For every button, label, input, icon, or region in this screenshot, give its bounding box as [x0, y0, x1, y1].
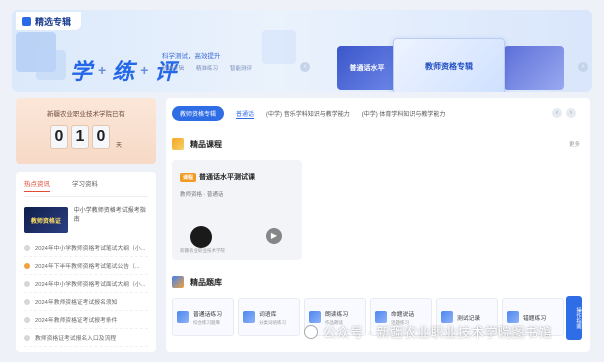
slogan-plus: +: [98, 62, 107, 78]
tab-hot-news[interactable]: 热点资讯: [24, 178, 50, 192]
list-item[interactable]: 2024年中小学教师资格考试笔试大纲（小...: [24, 239, 148, 257]
bullet-icon: [24, 334, 30, 341]
slogan-plus: +: [140, 62, 149, 78]
counter-label: 新疆农业职业技术学院已有: [47, 111, 125, 118]
news-panel: 热点资讯 学习资料 教师资格证 中小学教师资格考试报考指南 2024年中小学教师…: [16, 172, 156, 352]
course-name: 课程 普通话水平测试课: [180, 172, 255, 182]
slogan-tag: 精准练习: [196, 66, 219, 72]
decorative-cube: [36, 50, 66, 80]
category-tab[interactable]: 教师资格专辑: [172, 106, 225, 121]
courses-section-title: 精品课程: [172, 138, 222, 150]
list-item[interactable]: 2024年教师资格证考试报名须知: [24, 293, 148, 311]
banner-title: 精选专辑: [16, 12, 82, 30]
featured-news[interactable]: 教师资格证 中小学教师资格考试报考指南: [24, 207, 148, 233]
bank-item[interactable]: 普通话练习 综合练习题库: [172, 298, 234, 336]
news-title: 2024年教师资格证考试报名须知: [35, 300, 118, 306]
slogan-word: 学: [70, 59, 93, 84]
news-tabs: 热点资讯 学习资料: [24, 178, 148, 197]
wechat-icon: [304, 324, 318, 339]
watermark: 公众号 · 新疆农业职业技术学院图书馆: [304, 322, 552, 341]
days-counter: 新疆农业职业技术学院已有 0 1 0 天: [16, 98, 156, 164]
chevron-left-icon[interactable]: ‹: [552, 108, 562, 118]
slogan-tags: 精选专辑 精准练习 智能测评: [162, 64, 252, 72]
category-tab[interactable]: 普通话: [236, 109, 255, 119]
category-tabs: 教师资格专辑 普通话 (中学) 音乐学科知识与教学能力 (中学) 体育学科知识与…: [172, 106, 445, 121]
decorative-cube: [262, 30, 296, 64]
main-panel: 教师资格专辑 普通话 (中学) 音乐学科知识与教学能力 (中学) 体育学科知识与…: [166, 98, 590, 352]
guide-side-tab[interactable]: 操作指南: [566, 296, 582, 340]
tab-study-materials[interactable]: 学习资料: [72, 178, 98, 192]
list-item[interactable]: 教师资格证考试报名入口及流程: [24, 329, 148, 347]
bullet-icon: [24, 316, 30, 323]
news-title: 教师资格证考试报名入口及流程: [35, 336, 117, 342]
album-icon: [22, 16, 31, 26]
news-title: 2024年中小学教师资格考试面试大纲（小...: [35, 282, 146, 288]
bank-item-icon: [177, 311, 189, 323]
counter-digit: 0: [49, 125, 68, 149]
slogan-tag: 智能测评: [230, 66, 253, 72]
category-tab[interactable]: (中学) 体育学科知识与教学能力: [362, 109, 446, 118]
bank-item-icon: [243, 311, 255, 323]
news-title: 2024年下半年教师资格考试笔试公告（...: [35, 264, 140, 270]
album-card[interactable]: [504, 46, 564, 90]
news-title: 2024年教师资格证考试报考条件: [35, 318, 118, 324]
news-list: 2024年中小学教师资格考试笔试大纲（小... 2024年下半年教师资格考试笔试…: [24, 239, 148, 347]
counter-unit: 天: [115, 143, 122, 149]
slogan: 学 + 练 + 评: [70, 54, 176, 86]
list-item[interactable]: 2024年教师资格证考试报考条件: [24, 311, 148, 329]
course-card[interactable]: 课程 普通话水平测试课 教师资格 · 普通话 新疆农业职业技术学院 ▶: [172, 160, 302, 260]
bank-section-title: 精品题库: [172, 276, 222, 288]
counter-digits: 0 1 0 天: [22, 125, 150, 149]
news-title: 2024年中小学教师资格考试笔试大纲（小...: [35, 246, 146, 252]
hot-bullet-icon: [24, 262, 30, 269]
course-meta: 教师资格 · 普通话: [180, 192, 224, 198]
counter-digit: 0: [91, 125, 110, 149]
bullet-icon: [24, 298, 30, 305]
slogan-tag: 精选专辑: [162, 66, 185, 72]
album-card-featured[interactable]: 教师资格专辑: [393, 38, 505, 92]
slogan-word: 练: [112, 59, 135, 84]
play-icon[interactable]: ▶: [266, 228, 282, 244]
featured-thumbnail: 教师资格证: [24, 207, 68, 233]
bullet-icon: [24, 280, 30, 287]
list-item[interactable]: 2024年中小学教师资格考试面试大纲（小...: [24, 275, 148, 293]
counter-digit: 1: [70, 125, 89, 149]
featured-text: 中小学教师资格考试报考指南: [73, 208, 146, 223]
bullet-icon: [24, 244, 30, 251]
chevron-right-icon[interactable]: ›: [578, 62, 588, 72]
course-org: 新疆农业职业技术学院: [180, 248, 225, 253]
category-tab[interactable]: (中学) 音乐学科知识与教学能力: [266, 109, 350, 118]
left-panel: 新疆农业职业技术学院已有 0 1 0 天 热点资讯 学习资料 教师资格证 中小学…: [16, 98, 156, 352]
more-link[interactable]: 更多: [569, 140, 580, 148]
chevron-right-icon[interactable]: ›: [566, 108, 576, 118]
slogan-subtitle: 科学测试，高效提升: [162, 53, 221, 60]
album-card[interactable]: 普通话水平: [337, 46, 397, 90]
lecturer-avatar: [190, 226, 212, 248]
course-tag: 课程: [180, 173, 197, 182]
banner: 精选专辑 学 + 练 + 评 科学测试，高效提升 精选专辑 精准练习 智能测评 …: [12, 10, 592, 92]
bank-item[interactable]: 词语库 分类词语练习: [238, 298, 300, 336]
list-item[interactable]: 2024年下半年教师资格考试笔试公告（...: [24, 257, 148, 275]
question-bank-icon: [172, 276, 184, 288]
book-icon: [172, 138, 184, 150]
chevron-left-icon[interactable]: ‹: [300, 62, 310, 72]
